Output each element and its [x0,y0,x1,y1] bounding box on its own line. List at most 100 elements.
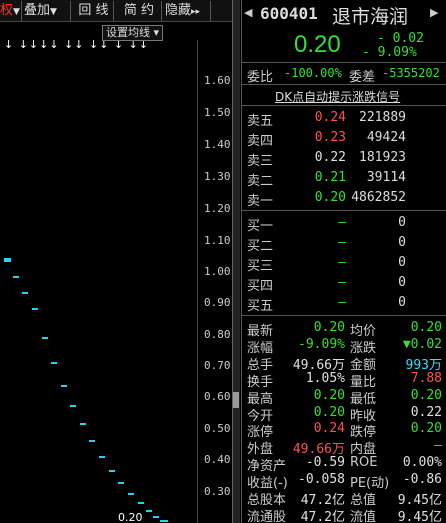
y-tick: 1.50 [204,106,231,119]
stat-value: 0.22 [410,404,442,420]
weibi-label: 委比 [247,70,274,85]
divider [242,62,446,63]
sell-price: 0.21 [314,170,346,185]
triangle-down-icon: ▼ [50,7,57,17]
buy-volume: 0 [398,235,406,250]
rights-adjust-label: 权 [0,3,14,18]
sell-row[interactable]: 卖三 0.22 181923 [242,149,446,169]
y-tick: 1.00 [204,265,231,278]
dk-signal-link[interactable]: DK点自动提示涨跌信号 [275,88,400,105]
weibi-value: -100.00% [284,66,342,80]
quote-panel: ◀ 600401 退市海润 ▶ 0.20 - 0.02 - 9.09% 委比 -… [241,0,446,523]
y-tick: 1.60 [204,74,231,87]
price-axis-line [197,40,198,523]
stat-value: 7.88 [410,370,442,386]
y-tick: 1.10 [204,234,231,247]
divider [242,315,446,316]
stat-label: ROE [350,455,378,471]
price-bar-mark [153,516,159,518]
sell-price: 0.23 [314,130,346,145]
buy-price: — [338,235,346,250]
kline-chart-pane[interactable]: 权▼ 叠加▼ 回 线 简 约 隐藏▸▸ ↓ ↓↓↓↓ ↓↓ ↓↓ ↓ ↓↓ 设置… [0,0,233,523]
stat-value: -0.59 [305,455,345,471]
rights-adjust-button[interactable]: 权▼ [0,1,22,21]
stat-value: 47.2亿 [300,509,345,523]
sell-row[interactable]: 卖二 0.21 39114 [242,169,446,189]
stat-row: 流通股 47.2亿 流值 9.45亿 [242,506,446,523]
price-bar-mark [51,362,57,364]
price-bar-mark [13,276,19,278]
stat-value: 0.20 [313,320,345,335]
chart-toolbar: 权▼ 叠加▼ 回 线 简 约 隐藏▸▸ [0,0,233,22]
stat-value: -9.09% [298,336,345,352]
sell-row[interactable]: 卖一 0.20 4862852 [242,189,446,209]
buy-price: — [338,295,346,310]
sell-label: 卖三 [247,154,274,169]
price-bar-mark [32,308,38,310]
price-bar-mark [89,440,95,442]
stat-label: 流通股 [247,509,287,523]
sell-row[interactable]: 卖五 0.24 221889 [242,109,446,129]
buy-row[interactable]: 买五 — 0 [242,294,446,314]
overlay-button[interactable]: 叠加▼ [24,1,71,21]
ma-setting-button[interactable]: 设置均线 ▾ [102,25,164,41]
sell-volume: 181923 [359,150,406,165]
buy-label: 买三 [247,259,274,274]
hide-label: 隐藏 [165,3,192,18]
price-bar-mark [109,470,115,472]
weicha-value: -5355202 [382,66,440,80]
stat-value: 0.00% [402,455,442,471]
price-bar-mark [42,337,48,339]
price-bar-mark [138,502,144,504]
buy-volume: 0 [398,215,406,230]
buy-row[interactable]: 买四 — 0 [242,274,446,294]
price-bar-mark [118,482,124,484]
double-chevron-right-icon: ▸▸ [191,7,201,17]
stat-value: -0.86 [402,472,442,488]
sell-label: 卖五 [247,114,274,129]
y-tick: 0.60 [204,390,231,403]
stat-value: 9.45亿 [397,509,442,523]
buy-row[interactable]: 买二 — 0 [242,234,446,254]
replay-button[interactable]: 回 线 [74,1,114,21]
stat-value: 0.20 [313,404,345,420]
price-bar-mark [4,258,11,262]
y-tick: 0.30 [204,485,231,498]
price-bar-mark [99,456,105,458]
sell-label: 卖四 [247,134,274,149]
prev-stock-icon[interactable]: ◀ [244,6,252,19]
stat-value: 1.05% [305,370,345,386]
buy-volume: 0 [398,275,406,290]
sell-price: 0.20 [314,190,346,205]
buy-price: — [338,255,346,270]
y-tick: 0.90 [204,296,231,309]
buy-price: — [338,275,346,290]
pane-divider[interactable] [232,0,240,523]
stat-label: 流值 [350,509,377,523]
overlay-label: 叠加 [24,3,51,18]
y-tick: 0.70 [204,359,231,372]
buy-row[interactable]: 买一 — 0 [242,214,446,234]
next-stock-icon[interactable]: ▶ [430,6,438,19]
sell-volume: 49424 [366,130,406,145]
divider [242,210,446,211]
y-tick: 0.40 [204,453,231,466]
stat-value: -0.058 [298,472,345,488]
price-change: - 0.02 [377,31,424,46]
weicha-label: 委差 [349,70,376,85]
price-change-pct: - 9.09% [362,45,417,60]
hide-button[interactable]: 隐藏▸▸ [165,1,211,21]
price-bar-mark [146,510,152,512]
sell-label: 卖二 [247,174,274,189]
buy-row[interactable]: 买三 — 0 [242,254,446,274]
simple-mode-button[interactable]: 简 约 [117,1,162,21]
price-bar-mark [70,405,76,407]
buy-label: 买五 [247,299,274,314]
scrollbar-thumb[interactable] [233,392,239,408]
stat-value: — [434,438,442,454]
stat-value: ▼0.02 [402,336,442,352]
sell-row[interactable]: 卖四 0.23 49424 [242,129,446,149]
buy-price: — [338,215,346,230]
sell-price: 0.24 [314,110,346,125]
sell-volume: 221889 [359,110,406,125]
